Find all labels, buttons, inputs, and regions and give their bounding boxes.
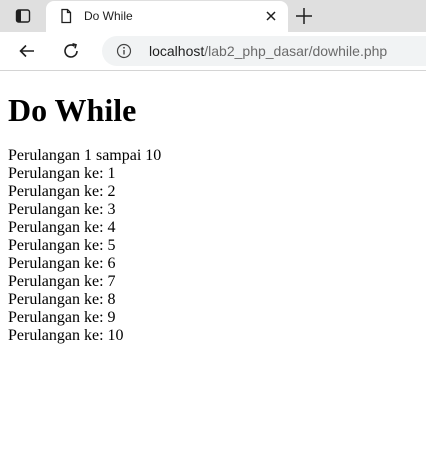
browser-toolbar: localhost/lab2_php_dasar/dowhile.php	[0, 32, 426, 71]
url-path: /lab2_php_dasar/dowhile.php	[204, 43, 388, 59]
reload-icon[interactable]	[62, 42, 80, 60]
address-bar[interactable]: localhost/lab2_php_dasar/dowhile.php	[102, 36, 426, 66]
arrow-left-icon[interactable]	[18, 42, 36, 60]
page-icon	[58, 8, 74, 24]
output-line: Perulangan ke: 4	[8, 219, 116, 236]
output-line: Perulangan ke: 5	[8, 237, 116, 254]
output-line: Perulangan ke: 3	[8, 201, 116, 218]
page-heading: Do While	[8, 92, 137, 128]
tab-strip: Do While	[0, 0, 426, 32]
tab-active[interactable]: Do While	[46, 1, 288, 32]
page-content: Do While Perulangan 1 sampai 10 Perulang…	[0, 92, 426, 345]
tab-actions-icon	[15, 8, 31, 24]
output-line: Perulangan ke: 9	[8, 309, 116, 326]
output-line: Perulangan ke: 1	[8, 165, 116, 182]
info-icon[interactable]	[116, 43, 132, 59]
url-text: localhost/lab2_php_dasar/dowhile.php	[149, 43, 387, 59]
output-line: Perulangan ke: 6	[8, 255, 116, 272]
plus-icon[interactable]	[294, 6, 314, 26]
tab-title: Do While	[84, 9, 133, 23]
output-line: Perulangan ke: 8	[8, 291, 116, 308]
output-line: Perulangan ke: 2	[8, 183, 116, 200]
tab-actions-button[interactable]	[0, 0, 46, 32]
close-icon[interactable]	[264, 9, 278, 23]
output-line: Perulangan ke: 7	[8, 273, 116, 290]
output-lines: Perulangan 1 sampai 10 Perulangan ke: 1 …	[8, 147, 418, 345]
output-line: Perulangan 1 sampai 10	[8, 147, 162, 164]
url-host: localhost	[149, 43, 205, 59]
output-line: Perulangan ke: 10	[8, 327, 124, 344]
